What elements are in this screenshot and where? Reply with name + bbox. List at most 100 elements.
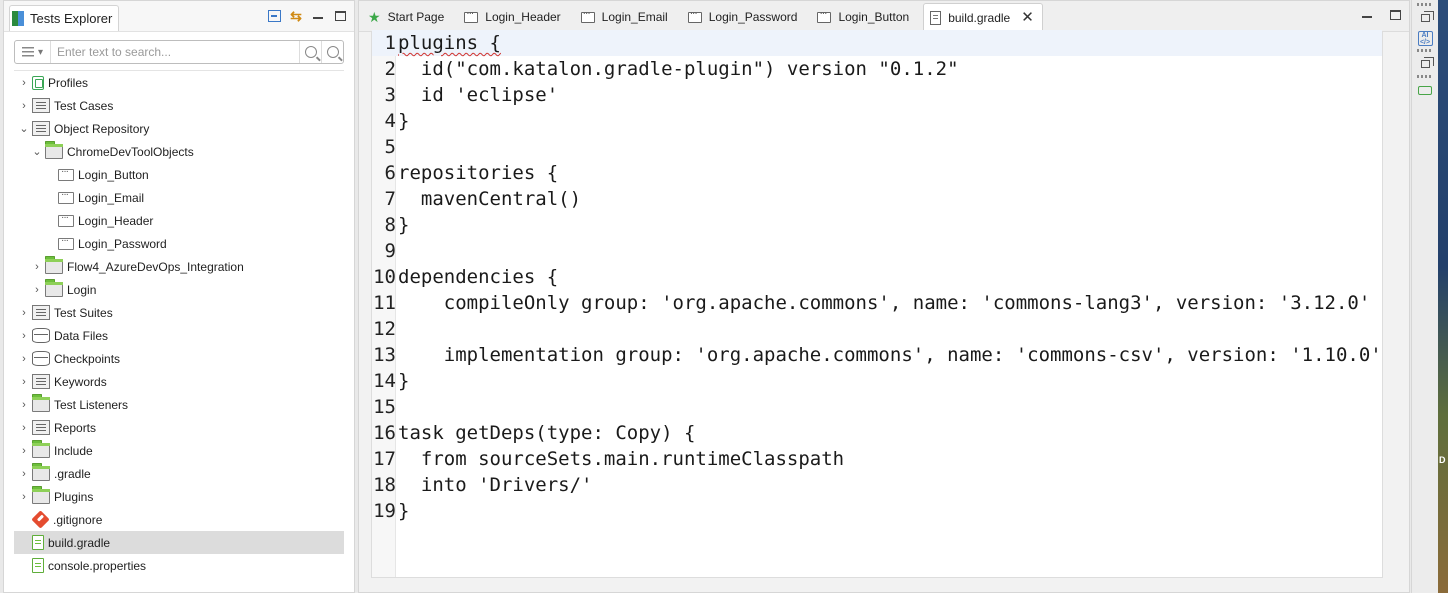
code-text: } [398, 370, 410, 392]
tree-item[interactable]: › Reports [14, 416, 344, 439]
tree-item[interactable]: ⌄ ChromeDevToolObjects [14, 140, 344, 163]
maximize-button[interactable] [332, 8, 348, 24]
chevron-down-icon[interactable]: ⌄ [16, 121, 32, 137]
tree-item[interactable]: › Keywords [14, 370, 344, 393]
reports-icon [32, 420, 50, 435]
link-with-editor-button[interactable]: ⇆ [288, 8, 304, 24]
drag-handle[interactable] [1417, 75, 1433, 78]
editor-tab[interactable]: Login_Email [575, 3, 682, 31]
tree-item-label: Test Suites [54, 305, 113, 320]
git-icon [31, 510, 50, 529]
tree-item[interactable]: build.gradle [14, 531, 344, 554]
line-number: 1 [384, 32, 396, 54]
collapse-all-button[interactable] [266, 8, 282, 24]
tree-item[interactable]: › Test Listeners [14, 393, 344, 416]
line-number: 15 [373, 396, 396, 418]
code-line: 17 from sourceSets.main.runtimeClasspath [372, 446, 844, 472]
editor-tab[interactable]: Login_Header [458, 3, 574, 31]
code-line: 4} [372, 108, 410, 134]
test-object-icon [58, 166, 74, 181]
chevron-right-icon[interactable]: › [16, 397, 32, 413]
chevron-right-icon[interactable]: › [16, 75, 32, 91]
chevron-right-icon[interactable]: › [29, 282, 45, 298]
folder-icon [45, 279, 63, 297]
tree-item[interactable]: ⌄ Object Repository [14, 117, 344, 140]
advanced-search-button[interactable] [321, 41, 343, 63]
data-files-icon [32, 328, 50, 343]
tree-item[interactable]: console.properties [14, 554, 344, 577]
tree-item-label: Flow4_AzureDevOps_Integration [67, 259, 244, 274]
chevron-right-icon[interactable]: › [16, 443, 32, 459]
drag-handle[interactable] [1417, 49, 1433, 52]
chevron-right-icon[interactable]: › [16, 305, 32, 321]
tests-explorer-icon [12, 11, 24, 26]
filter-dropdown[interactable]: ▾ [15, 41, 51, 63]
restore-button[interactable] [1417, 10, 1434, 26]
chevron-right-icon[interactable]: › [16, 374, 32, 390]
tree-item[interactable]: › .gradle [14, 462, 344, 485]
file-icon [32, 558, 44, 573]
tree-item[interactable]: Login_Email [14, 186, 344, 209]
ai-assistant-button[interactable]: AI </> [1417, 30, 1433, 46]
line-number: 18 [373, 474, 396, 496]
tree-item[interactable]: Login_Button [14, 163, 344, 186]
chevron-right-icon[interactable]: › [16, 328, 32, 344]
tree-item-label: Test Listeners [54, 397, 129, 412]
console-view-button[interactable] [1417, 82, 1433, 98]
tree-item[interactable]: › Checkpoints [14, 347, 344, 370]
chevron-right-icon[interactable]: › [16, 351, 32, 367]
tree-item[interactable]: › Login [14, 278, 344, 301]
tree-item[interactable]: › Profiles [14, 71, 344, 94]
collapse-all-icon [267, 10, 281, 22]
checkpoints-icon [32, 351, 50, 366]
tree-item[interactable]: Login_Header [14, 209, 344, 232]
tree-item-label: Data Files [54, 328, 109, 343]
tree-item-label: .gradle [54, 466, 91, 481]
code-line: 3 id 'eclipse' [372, 82, 559, 108]
tree-item[interactable]: › Test Cases [14, 94, 344, 117]
drag-handle[interactable] [1417, 3, 1433, 6]
tree-item[interactable]: .gitignore [14, 508, 344, 531]
chevron-right-icon[interactable]: › [16, 489, 32, 505]
chevron-right-icon[interactable]: › [29, 259, 45, 275]
chevron-right-icon[interactable]: › [16, 420, 32, 436]
tree-item[interactable]: › Plugins [14, 485, 344, 508]
close-icon[interactable]: ✕ [1021, 10, 1034, 25]
line-number: 17 [373, 448, 396, 470]
editor-tab[interactable]: build.gradle ✕ [923, 3, 1043, 31]
chevron-right-icon[interactable]: › [16, 466, 32, 482]
code-text: } [398, 110, 410, 132]
folder-icon [45, 141, 63, 159]
advanced-search-icon [326, 46, 339, 58]
code-text: task getDeps(type: Copy) { [398, 422, 696, 444]
test-object-icon [464, 8, 479, 23]
search-button[interactable] [299, 41, 321, 63]
tree-item[interactable]: › Test Suites [14, 301, 344, 324]
editor-maximize-button[interactable] [1387, 7, 1403, 23]
code-text: plugins { [398, 32, 501, 54]
chevron-down-icon[interactable]: ⌄ [29, 144, 45, 160]
search-input[interactable] [51, 41, 299, 63]
editor-tab[interactable]: Login_Button [811, 3, 923, 31]
tree-item[interactable]: › Data Files [14, 324, 344, 347]
tree-item[interactable]: › Include [14, 439, 344, 462]
minimize-button[interactable] [310, 8, 326, 24]
code-text: } [398, 214, 410, 236]
code-line: 18 into 'Drivers/' [372, 472, 592, 498]
restore-button[interactable] [1417, 56, 1434, 72]
editor-tab-bar: ★ Start Page Login_Header Login_Email Login_… [359, 1, 1409, 32]
tree-item[interactable]: › Flow4_AzureDevOps_Integration [14, 255, 344, 278]
tests-explorer-tab[interactable]: Tests Explorer [9, 5, 120, 31]
tree-item-label: Checkpoints [54, 351, 121, 366]
editor-tab[interactable]: Login_Password [682, 3, 812, 31]
code-line: 13 implementation group: 'org.apache.com… [372, 342, 1382, 368]
code-text: from sourceSets.main.runtimeClasspath [398, 448, 845, 470]
folder-icon [45, 256, 63, 274]
editor-minimize-button[interactable] [1359, 7, 1375, 23]
code-editor[interactable]: 1 plugins {2 id("com.katalon.gradle-plugi… [371, 30, 1383, 578]
chevron-right-icon[interactable]: › [16, 98, 32, 114]
editor-tab[interactable]: ★ Start Page [362, 3, 458, 31]
tree-item-label: Login_Button [78, 167, 149, 182]
tree-item[interactable]: Login_Password [14, 232, 344, 255]
